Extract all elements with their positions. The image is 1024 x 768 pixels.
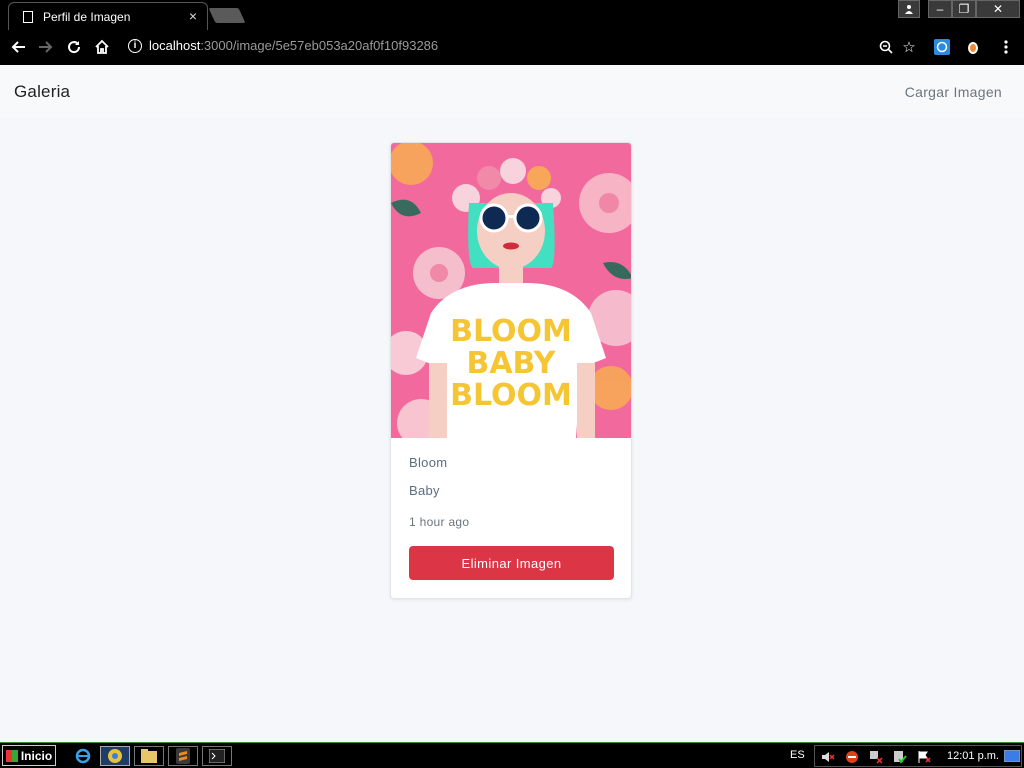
- navbar: Galeria Cargar Imagen: [0, 65, 1024, 117]
- volume-muted-icon[interactable]: [821, 750, 835, 764]
- profile-icon[interactable]: [898, 0, 920, 18]
- ie-icon[interactable]: [68, 746, 98, 766]
- brand-link[interactable]: Galeria: [14, 82, 70, 102]
- page-icon: [23, 10, 33, 23]
- tab-close-icon[interactable]: ×: [189, 8, 197, 24]
- minimize-button[interactable]: ‒: [928, 0, 952, 18]
- extension-chat-icon[interactable]: [932, 37, 952, 57]
- address-bar[interactable]: i localhost:3000/image/5e57eb053a20af0f1…: [128, 38, 438, 53]
- menu-icon[interactable]: [996, 37, 1016, 57]
- delete-image-button[interactable]: Eliminar Imagen: [409, 546, 614, 580]
- start-label: Inicio: [20, 748, 53, 763]
- back-icon[interactable]: [7, 36, 29, 58]
- card-body: Bloom Baby 1 hour ago: [409, 455, 613, 543]
- browser-tab[interactable]: Perfil de Imagen ×: [8, 2, 208, 30]
- upload-image-link[interactable]: Cargar Imagen: [905, 84, 1002, 100]
- action-center-icon[interactable]: [917, 750, 931, 764]
- show-desktop-icon[interactable]: [1003, 749, 1021, 764]
- image-title: Bloom: [409, 455, 448, 470]
- url-path: :3000/image/5e57eb053a20af0f10f93286: [200, 38, 439, 53]
- url-host: localhost: [149, 38, 201, 53]
- update-icon[interactable]: [893, 750, 907, 764]
- sublime-text-icon[interactable]: [168, 746, 198, 766]
- home-icon[interactable]: [91, 36, 113, 58]
- close-window-button[interactable]: ✕: [976, 0, 1020, 18]
- browser-tabstrip: Perfil de Imagen × ‒ ❐ ✕: [0, 0, 1024, 30]
- network-icon[interactable]: [869, 750, 883, 764]
- taskbar: Inicio ES 12:01 p.m.: [0, 742, 1024, 768]
- image-timestamp: 1 hour ago: [409, 515, 470, 529]
- shirt-text-line-3: BLOOM: [450, 378, 572, 413]
- bookmark-star-icon[interactable]: ☆: [899, 37, 919, 57]
- language-indicator[interactable]: ES: [790, 749, 805, 761]
- new-tab-button[interactable]: [208, 8, 246, 23]
- image-description: Baby: [409, 483, 440, 498]
- cmd-icon[interactable]: [202, 746, 232, 766]
- page-content: Galeria Cargar Imagen BLOOM BABY BLOOM B…: [0, 65, 1024, 742]
- zoom-icon[interactable]: [876, 37, 896, 57]
- system-tray: 12:01 p.m.: [814, 745, 1022, 767]
- reload-icon[interactable]: [63, 36, 85, 58]
- restore-button[interactable]: ❐: [952, 0, 976, 18]
- windows-logo-icon: [5, 749, 18, 762]
- file-explorer-icon[interactable]: [134, 746, 164, 766]
- tab-title: Perfil de Imagen: [43, 9, 131, 24]
- card-image: BLOOM BABY BLOOM: [391, 143, 631, 438]
- forward-icon[interactable]: [35, 36, 57, 58]
- browser-toolbar: i localhost:3000/image/5e57eb053a20af0f1…: [0, 30, 1024, 65]
- security-shield-icon[interactable]: [845, 750, 859, 764]
- chrome-taskbar-icon[interactable]: [100, 746, 130, 766]
- image-card: BLOOM BABY BLOOM Bloom Baby 1 hour ago E…: [390, 142, 632, 599]
- shirt-text-line-2: BABY: [466, 346, 556, 381]
- clock[interactable]: 12:01 p.m.: [947, 750, 999, 762]
- start-button[interactable]: Inicio: [2, 745, 56, 766]
- info-icon[interactable]: i: [128, 38, 142, 53]
- shirt-text-line-1: BLOOM: [450, 314, 572, 349]
- extension-orange-icon[interactable]: [963, 37, 983, 57]
